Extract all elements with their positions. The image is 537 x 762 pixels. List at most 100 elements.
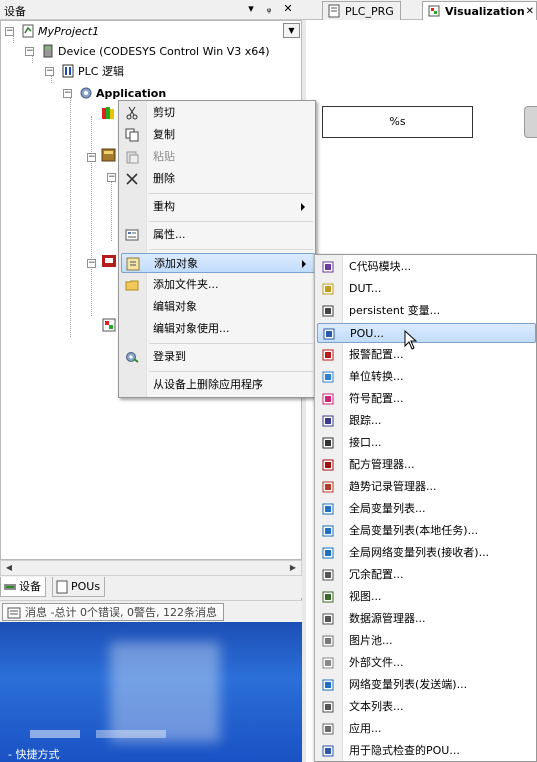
panel-tabs: 设备 POUs bbox=[0, 576, 302, 598]
submenu-item-recipe-manager[interactable]: 配方管理器... bbox=[317, 455, 536, 475]
menu-item-copy[interactable]: 复制 bbox=[121, 125, 313, 145]
collapse-icon[interactable]: − bbox=[63, 89, 72, 98]
submenu-item-interface[interactable]: 接口... bbox=[317, 433, 536, 453]
tab-devices[interactable]: 设备 bbox=[0, 577, 46, 597]
view-icon bbox=[322, 591, 334, 603]
pin-icon[interactable]: ᵩ bbox=[262, 2, 276, 16]
submenu-item-image-pool[interactable]: 图片池... bbox=[317, 631, 536, 651]
tree-dropdown-button[interactable]: ▼ bbox=[283, 23, 300, 38]
collapse-icon[interactable]: − bbox=[5, 27, 14, 36]
devices-tab-icon bbox=[4, 584, 16, 590]
menu-item-add-folder[interactable]: 添加文件夹... bbox=[121, 275, 313, 295]
collapse-icon[interactable]: − bbox=[107, 173, 116, 182]
submenu-item-alarm-config[interactable]: 报警配置... bbox=[317, 345, 536, 365]
alarm-config-icon bbox=[322, 349, 334, 361]
submenu-item-c-module[interactable]: C代码模块... bbox=[317, 257, 536, 277]
submenu-item-dut[interactable]: DUT... bbox=[317, 279, 536, 299]
datasource-manager-icon bbox=[322, 613, 334, 625]
visualization-button-element[interactable] bbox=[524, 106, 537, 138]
text-list-icon bbox=[322, 701, 334, 713]
submenu-item-text-list[interactable]: 文本列表... bbox=[317, 697, 536, 717]
submenu-item-application[interactable]: 应用... bbox=[317, 719, 536, 739]
submenu-item-gvl-local-task[interactable]: 全局变量列表(本地任务)... bbox=[317, 521, 536, 541]
library-manager-icon[interactable] bbox=[101, 105, 117, 121]
plc-logic-icon bbox=[62, 64, 74, 78]
menu-separator bbox=[149, 249, 313, 250]
copy-icon bbox=[125, 128, 139, 142]
menu-item-paste[interactable]: 粘贴 bbox=[121, 147, 313, 167]
close-icon[interactable]: ✕ bbox=[281, 2, 295, 16]
submenu-item-network-gvl-receiver[interactable]: 全局网络变量列表(接收者)... bbox=[317, 543, 536, 563]
menu-item-edit-object-with[interactable]: 编辑对象使用... bbox=[121, 319, 313, 339]
submenu-item-datasource-manager[interactable]: 数据源管理器... bbox=[317, 609, 536, 629]
c-module-icon bbox=[322, 261, 334, 273]
trace-icon bbox=[322, 415, 334, 427]
login-gear-icon bbox=[126, 352, 139, 363]
project-name: MyProject1 bbox=[38, 25, 100, 38]
pou-file-icon bbox=[328, 4, 340, 18]
panel-menu-dropdown-icon[interactable]: ▾ bbox=[244, 2, 258, 16]
menu-item-refactor[interactable]: 重构 bbox=[121, 197, 313, 217]
gvl-icon bbox=[322, 503, 334, 515]
paste-icon bbox=[126, 151, 139, 164]
desktop-shortcut-label[interactable]: - 快捷方式 bbox=[8, 746, 59, 762]
tab-plc-prg[interactable]: PLC_PRG bbox=[322, 1, 401, 20]
desktop-glow bbox=[110, 642, 220, 742]
visualization-tab-icon bbox=[428, 5, 440, 17]
menu-item-edit-object[interactable]: 编辑对象 bbox=[121, 297, 313, 317]
recipe-manager-icon bbox=[322, 459, 334, 471]
menu-item-login[interactable]: 登录到 bbox=[121, 347, 313, 367]
submenu-item-redundancy[interactable]: 冗余配置... bbox=[317, 565, 536, 585]
messages-tab[interactable]: 消息 -总计 0个错误, 0警告, 122条消息 bbox=[2, 603, 224, 621]
menu-item-remove-application[interactable]: 从设备上删除应用程序 bbox=[121, 375, 313, 395]
tab-pous[interactable]: POUs bbox=[52, 577, 106, 597]
implicit-check-pou-icon bbox=[322, 745, 334, 757]
submenu-item-unit-conversion[interactable]: 单位转换... bbox=[317, 367, 536, 387]
visualization-text-field[interactable]: %s bbox=[322, 106, 473, 138]
task-config-icon[interactable] bbox=[101, 147, 117, 163]
submenu-item-gvl[interactable]: 全局变量列表... bbox=[317, 499, 536, 519]
menu-separator bbox=[149, 193, 313, 194]
scroll-right-icon[interactable]: ▶ bbox=[286, 562, 300, 574]
collapse-icon[interactable]: − bbox=[87, 153, 96, 162]
collapse-icon[interactable]: − bbox=[45, 67, 54, 76]
submenu-arrow-icon bbox=[301, 203, 305, 211]
submenu-item-trace[interactable]: 跟踪... bbox=[317, 411, 536, 431]
collapse-icon[interactable]: − bbox=[25, 47, 34, 56]
trend-manager-icon bbox=[322, 481, 334, 493]
pou-icon bbox=[323, 328, 335, 340]
menu-item-delete[interactable]: 删除 bbox=[121, 169, 313, 189]
close-tab-icon[interactable]: ✕ bbox=[526, 2, 534, 21]
folder-icon bbox=[125, 280, 139, 291]
properties-icon bbox=[125, 229, 139, 241]
menu-item-add-object[interactable]: 添加对象 bbox=[121, 253, 315, 273]
tab-visualization[interactable]: Visualization ✕ bbox=[422, 1, 537, 20]
visualization-icon[interactable] bbox=[101, 317, 117, 333]
visualization-manager-icon[interactable] bbox=[101, 253, 117, 269]
submenu-item-network-var-sender[interactable]: 网络变量列表(发送端)... bbox=[317, 675, 536, 695]
desktop-background: - 快捷方式 bbox=[0, 622, 316, 762]
network-var-sender-icon bbox=[322, 679, 334, 691]
submenu-item-view[interactable]: 视图... bbox=[317, 587, 536, 607]
submenu-item-external-file[interactable]: 外部文件... bbox=[317, 653, 536, 673]
scroll-left-icon[interactable]: ◀ bbox=[2, 562, 16, 574]
menu-separator bbox=[149, 221, 313, 222]
delete-x-icon bbox=[126, 173, 138, 185]
submenu-item-trend-manager[interactable]: 趋势记录管理器... bbox=[317, 477, 536, 497]
add-object-submenu: C代码模块... DUT... persistent 变量... POU... 报警配置… bbox=[314, 254, 537, 762]
application-gear-icon bbox=[80, 87, 92, 99]
submenu-item-pou[interactable]: POU... bbox=[317, 323, 536, 343]
application-icon bbox=[322, 723, 334, 735]
menu-item-properties[interactable]: 属性... bbox=[121, 225, 313, 245]
submenu-item-persistent-var[interactable]: persistent 变量... bbox=[317, 301, 536, 321]
messages-icon bbox=[7, 607, 21, 619]
submenu-item-implicit-check-pou[interactable]: 用于隐式检查的POU... bbox=[317, 741, 536, 761]
menu-item-cut[interactable]: 剪切 bbox=[121, 103, 313, 123]
pous-tab-icon bbox=[56, 580, 68, 594]
application-name: Application bbox=[96, 87, 167, 100]
submenu-item-symbol-config[interactable]: 符号配置... bbox=[317, 389, 536, 409]
horizontal-scrollbar[interactable]: ◀ ▶ bbox=[0, 560, 302, 576]
plc-logic-name: PLC 逻辑 bbox=[78, 65, 124, 78]
collapse-icon[interactable]: − bbox=[87, 259, 96, 268]
desktop-icon-text-blurred bbox=[30, 730, 80, 738]
